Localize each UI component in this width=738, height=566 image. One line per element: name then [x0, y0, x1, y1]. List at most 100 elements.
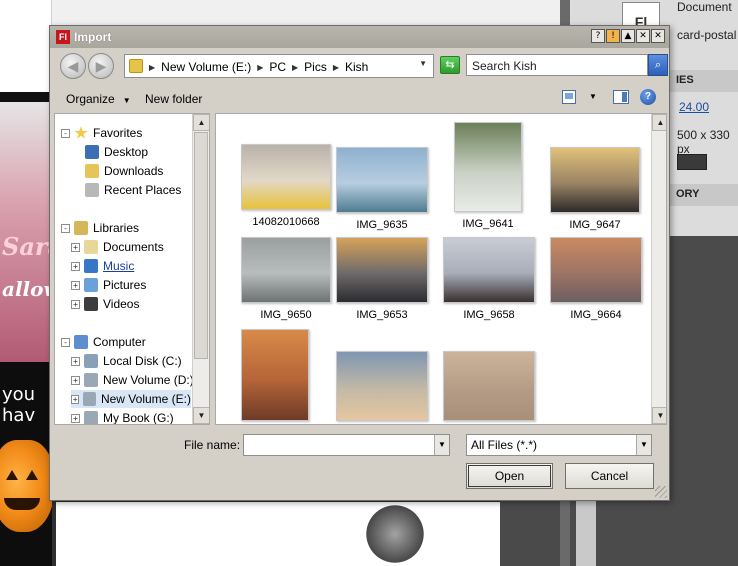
nav-item-music[interactable]: + Music	[71, 257, 134, 275]
file-name-label[interactable]: IMG_9641	[433, 218, 543, 230]
nav-item-desktop[interactable]: Desktop	[85, 143, 148, 161]
expand-icon[interactable]: +	[71, 375, 80, 385]
import-dialog: Fl Import ? ! ▲ ✕ ✕ ◀ ▶ ▶ New Volume (E:…	[49, 25, 670, 501]
photo-thumbnail[interactable]	[336, 147, 428, 213]
collapse-icon[interactable]: -	[61, 128, 70, 138]
nav-item-pictures[interactable]: + Pictures	[71, 276, 146, 294]
nav-item-documents[interactable]: + Documents	[71, 238, 164, 256]
address-bar[interactable]: ▶ New Volume (E:) ▶ PC ▶ Pics ▶ Kish ▼	[124, 54, 434, 78]
file-name-label[interactable]: 14082010668	[231, 216, 341, 228]
file-name-label[interactable]: IMG_9635	[327, 219, 437, 231]
scroll-down-icon[interactable]: ▼	[652, 407, 666, 424]
document-name: card-postal	[677, 28, 737, 42]
expand-icon[interactable]: +	[71, 242, 80, 252]
expand-icon[interactable]: +	[71, 261, 80, 271]
photo-thumbnail[interactable]	[550, 147, 640, 213]
photo-thumbnail[interactable]	[241, 144, 331, 210]
expand-icon[interactable]: +	[71, 299, 80, 309]
files-scrollbar[interactable]: ▲ ▼	[651, 114, 666, 424]
downloads-icon	[85, 164, 99, 178]
breadcrumb: ▶ New Volume (E:) ▶ PC ▶ Pics ▶ Kish	[149, 60, 369, 74]
file-list: 14082010668 IMG_9635 IMG_9641 IMG_9647 IMG_9…	[215, 113, 667, 425]
breadcrumb-item[interactable]: Kish	[345, 60, 368, 74]
stage-color-swatch[interactable]	[677, 154, 707, 170]
search-icon[interactable]: ⌕	[648, 54, 668, 76]
photo-thumbnail[interactable]	[443, 237, 535, 303]
nav-item-local-disk-c[interactable]: + Local Disk (C:)	[71, 352, 182, 370]
search-input[interactable]: Search Kish	[466, 54, 648, 76]
file-name-dropdown-icon[interactable]: ▼	[434, 435, 449, 455]
photo-thumbnail[interactable]	[336, 351, 428, 421]
cancel-button[interactable]: Cancel	[565, 463, 654, 489]
expand-icon[interactable]: +	[71, 413, 80, 423]
nav-item-new-volume-d[interactable]: + New Volume (D:)	[71, 371, 194, 389]
card-text-1: Sara	[2, 232, 52, 261]
titlebar-help-button[interactable]: ?	[591, 29, 605, 43]
change-view-icon[interactable]	[562, 90, 576, 104]
open-button[interactable]: Open	[466, 463, 553, 489]
expand-icon[interactable]: +	[71, 356, 80, 366]
file-type-dropdown-icon[interactable]: ▼	[636, 435, 651, 455]
file-name-label[interactable]: IMG_9647	[540, 219, 650, 231]
photo-thumbnail[interactable]	[443, 351, 535, 421]
nav-item-computer[interactable]: - Computer	[61, 333, 146, 351]
titlebar-close-button[interactable]: ✕	[651, 29, 665, 43]
photo-thumbnail[interactable]	[241, 329, 309, 421]
expand-icon[interactable]: +	[71, 394, 80, 404]
file-type-select[interactable]: All Files (*.*)	[466, 434, 652, 456]
nav-item-videos[interactable]: + Videos	[71, 295, 139, 313]
pictures-icon	[84, 278, 98, 292]
expand-icon[interactable]: +	[71, 280, 80, 290]
photo-thumbnail[interactable]	[454, 122, 522, 212]
breadcrumb-item[interactable]: New Volume (E:)	[161, 60, 251, 74]
nav-item-libraries[interactable]: - Libraries	[61, 219, 139, 237]
breadcrumb-item[interactable]: PC	[269, 60, 286, 74]
preview-pane-icon[interactable]	[613, 90, 629, 104]
organize-menu-button[interactable]: Organize ▼	[66, 92, 131, 106]
titlebar-rollup-button[interactable]: ▲	[621, 29, 635, 43]
scroll-down-icon[interactable]: ▼	[193, 407, 209, 424]
file-name-label[interactable]: IMG_9664	[541, 309, 651, 321]
scroll-up-icon[interactable]: ▲	[652, 114, 666, 131]
refresh-icon[interactable]: ⇆	[440, 56, 460, 74]
photo-thumbnail[interactable]	[241, 237, 331, 303]
resize-grip-icon[interactable]	[655, 486, 667, 498]
libraries-icon	[74, 221, 88, 235]
new-folder-button[interactable]: New folder	[145, 92, 202, 106]
collapse-icon[interactable]: -	[61, 223, 70, 233]
address-dropdown-icon[interactable]: ▼	[419, 59, 427, 68]
view-dropdown-icon[interactable]: ▼	[589, 92, 597, 101]
breadcrumb-item[interactable]: Pics	[304, 60, 327, 74]
stage-bottom	[56, 502, 500, 566]
file-name-label[interactable]: IMG_9650	[231, 309, 341, 321]
dialog-title: Import	[74, 30, 112, 44]
nav-item-favorites[interactable]: - Favorites	[61, 124, 142, 142]
stage-size-text: 500 x 330 px	[677, 128, 730, 156]
titlebar-alert-button[interactable]: !	[606, 29, 620, 43]
dialog-titlebar[interactable]: Fl Import ? ! ▲ ✕ ✕	[50, 26, 669, 48]
photo-thumbnail[interactable]	[336, 237, 428, 303]
videos-icon	[84, 297, 98, 311]
pumpkin-image	[0, 440, 52, 532]
nav-item-downloads[interactable]: Downloads	[85, 162, 163, 180]
collapse-icon[interactable]: -	[61, 337, 70, 347]
scroll-up-icon[interactable]: ▲	[193, 114, 209, 131]
photo-thumbnail[interactable]	[550, 237, 642, 303]
file-name-input[interactable]	[243, 434, 450, 456]
help-icon[interactable]: ?	[640, 89, 656, 105]
drive-icon	[84, 354, 98, 368]
fps-value-link[interactable]: 24.00	[679, 100, 709, 114]
search-placeholder: Search Kish	[472, 59, 537, 73]
back-arrow-icon[interactable]: ◀	[60, 53, 86, 79]
file-name-label[interactable]: IMG_9653	[327, 309, 437, 321]
card-text-3: you hav	[2, 384, 36, 426]
nav-scrollbar[interactable]: ▲ ▼	[192, 114, 209, 424]
forward-arrow-icon[interactable]: ▶	[88, 53, 114, 79]
nav-item-new-volume-e[interactable]: + New Volume (E:)	[71, 390, 191, 408]
nav-item-recent-places[interactable]: Recent Places	[85, 181, 181, 199]
star-icon	[74, 126, 88, 139]
titlebar-pin-button[interactable]: ✕	[636, 29, 650, 43]
file-name-label[interactable]: IMG_9658	[434, 309, 544, 321]
nav-item-my-book-g[interactable]: + My Book (G:)	[71, 409, 174, 424]
scroll-thumb[interactable]	[194, 132, 208, 359]
